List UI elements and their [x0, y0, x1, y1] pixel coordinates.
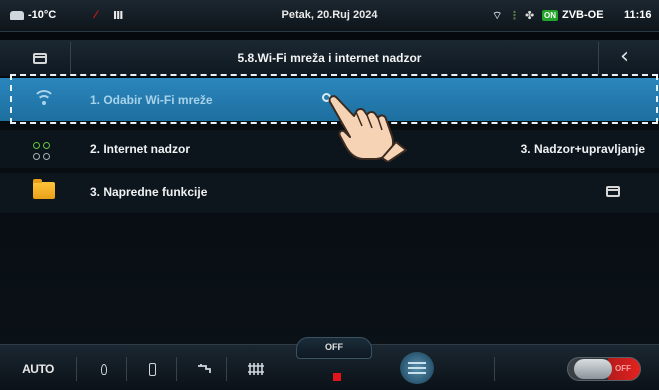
heating-button[interactable] [245, 359, 269, 379]
divider [226, 357, 227, 381]
off-tab[interactable]: OFF [296, 337, 372, 359]
status-date: Petak, 20.Ruj 2024 [281, 9, 378, 21]
status-on-badge: ON [542, 10, 558, 21]
radiator-icon [248, 363, 264, 375]
mode-button[interactable]: AUTO [17, 359, 59, 379]
tank-icon [148, 362, 156, 376]
divider [126, 357, 127, 381]
menu-item-value: 3. Nadzor+upravljanje [520, 142, 645, 156]
menu-line [408, 362, 426, 364]
menu-item-label: 2. Internet nadzor [90, 142, 191, 156]
folder-outline-icon [606, 186, 620, 197]
network-icon [33, 142, 51, 160]
power-toggle[interactable]: OFF [567, 357, 641, 381]
off-tab-label: OFF [325, 342, 343, 352]
flame-icon [101, 363, 107, 375]
toggle-thumb [574, 359, 612, 379]
tap-icon [198, 364, 211, 373]
menu-line [408, 367, 426, 369]
hand-pointer-icon [328, 95, 407, 162]
controller-screen: -10°C ⁄ Ⅲ Petak, 20.Ruj 2024 ⌔ ⋮ ✤ ON ZV… [0, 0, 659, 390]
divider [176, 357, 177, 381]
device-name: ZVB-OE [562, 9, 604, 21]
signal-icon: ⋮ [509, 10, 520, 22]
mode-label: AUTO [22, 362, 54, 376]
divider [76, 357, 77, 381]
toggle-label: OFF [615, 364, 631, 373]
divider [494, 357, 495, 381]
burner-button[interactable] [97, 359, 111, 379]
title-bar: 5.8.Wi-Fi mreža i internet nadzor ‹ [0, 40, 659, 76]
page-title: 5.8.Wi-Fi mreža i internet nadzor [237, 51, 422, 65]
bottom-bar: AUTO OFF OFF [0, 337, 659, 390]
wifi-status-icon: ⌔ [492, 10, 503, 22]
fan-icon: ✤ [525, 10, 535, 22]
menu-line [408, 372, 426, 374]
menu-item-label: 3. Napredne funkcije [90, 185, 208, 199]
status-bar: -10°C ⁄ Ⅲ Petak, 20.Ruj 2024 ⌔ ⋮ ✤ ON ZV… [0, 0, 659, 32]
stop-icon[interactable] [333, 373, 341, 381]
folder-icon [33, 179, 55, 199]
dhw-button[interactable] [196, 359, 212, 379]
status-time: 11:16 [624, 9, 652, 21]
chevron-left-icon: ‹ [620, 43, 629, 69]
tank-button[interactable] [145, 359, 159, 379]
back-button[interactable]: ‹ [598, 42, 650, 74]
main-menu-button[interactable] [400, 352, 434, 384]
menu-item-advanced-functions[interactable]: 3. Napredne funkcije [0, 173, 659, 213]
